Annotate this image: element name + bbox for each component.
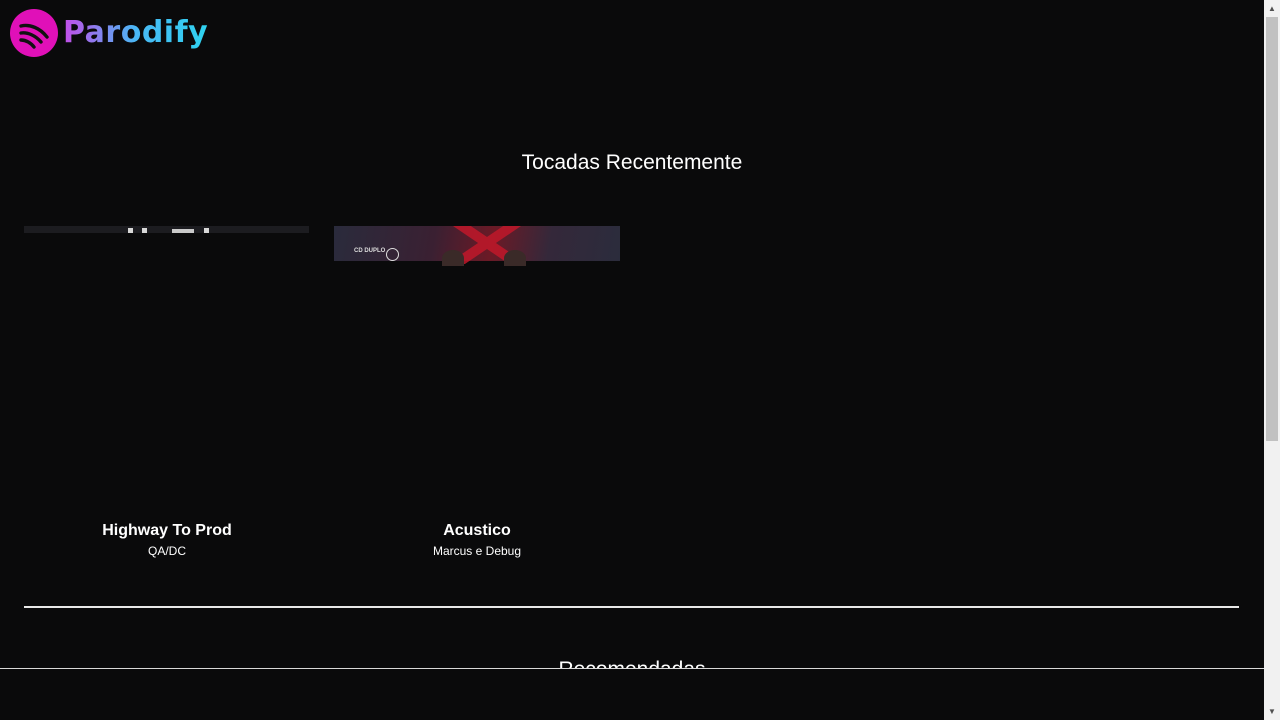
section-divider [24,606,1239,608]
album-cover[interactable] [24,226,310,506]
album-card[interactable]: Highway To Prod QA/DC [24,226,310,559]
app-logo[interactable]: Parodify [10,9,208,57]
brand-name: Parodify [63,9,208,57]
album-cover-image [24,226,309,233]
player-bar [0,668,1264,720]
album-artist[interactable]: Marcus e Debug [334,543,620,559]
album-title[interactable]: Highway To Prod [24,521,310,541]
album-cover[interactable]: CD DUPLO [334,226,620,506]
album-title[interactable]: Acustico [334,521,620,541]
scroll-down-arrow-icon[interactable]: ▼ [1264,703,1280,720]
cover-badge-text: CD DUPLO [354,248,386,254]
album-artist[interactable]: QA/DC [24,543,310,559]
scroll-up-arrow-icon[interactable]: ▲ [1264,0,1280,17]
cd-icon [386,248,399,261]
album-card[interactable]: CD DUPLO Acustico Marcus e Debug [334,226,620,559]
recently-played-title: Tocadas Recentemente [521,151,743,174]
parodify-logo-icon [10,9,58,57]
album-cover-image: CD DUPLO [334,226,620,266]
page: Parodify Tocadas Recentemente Highway To… [0,0,1264,720]
scrollbar-thumb[interactable] [1266,17,1278,441]
vertical-scrollbar[interactable]: ▲ ▼ [1264,0,1280,720]
